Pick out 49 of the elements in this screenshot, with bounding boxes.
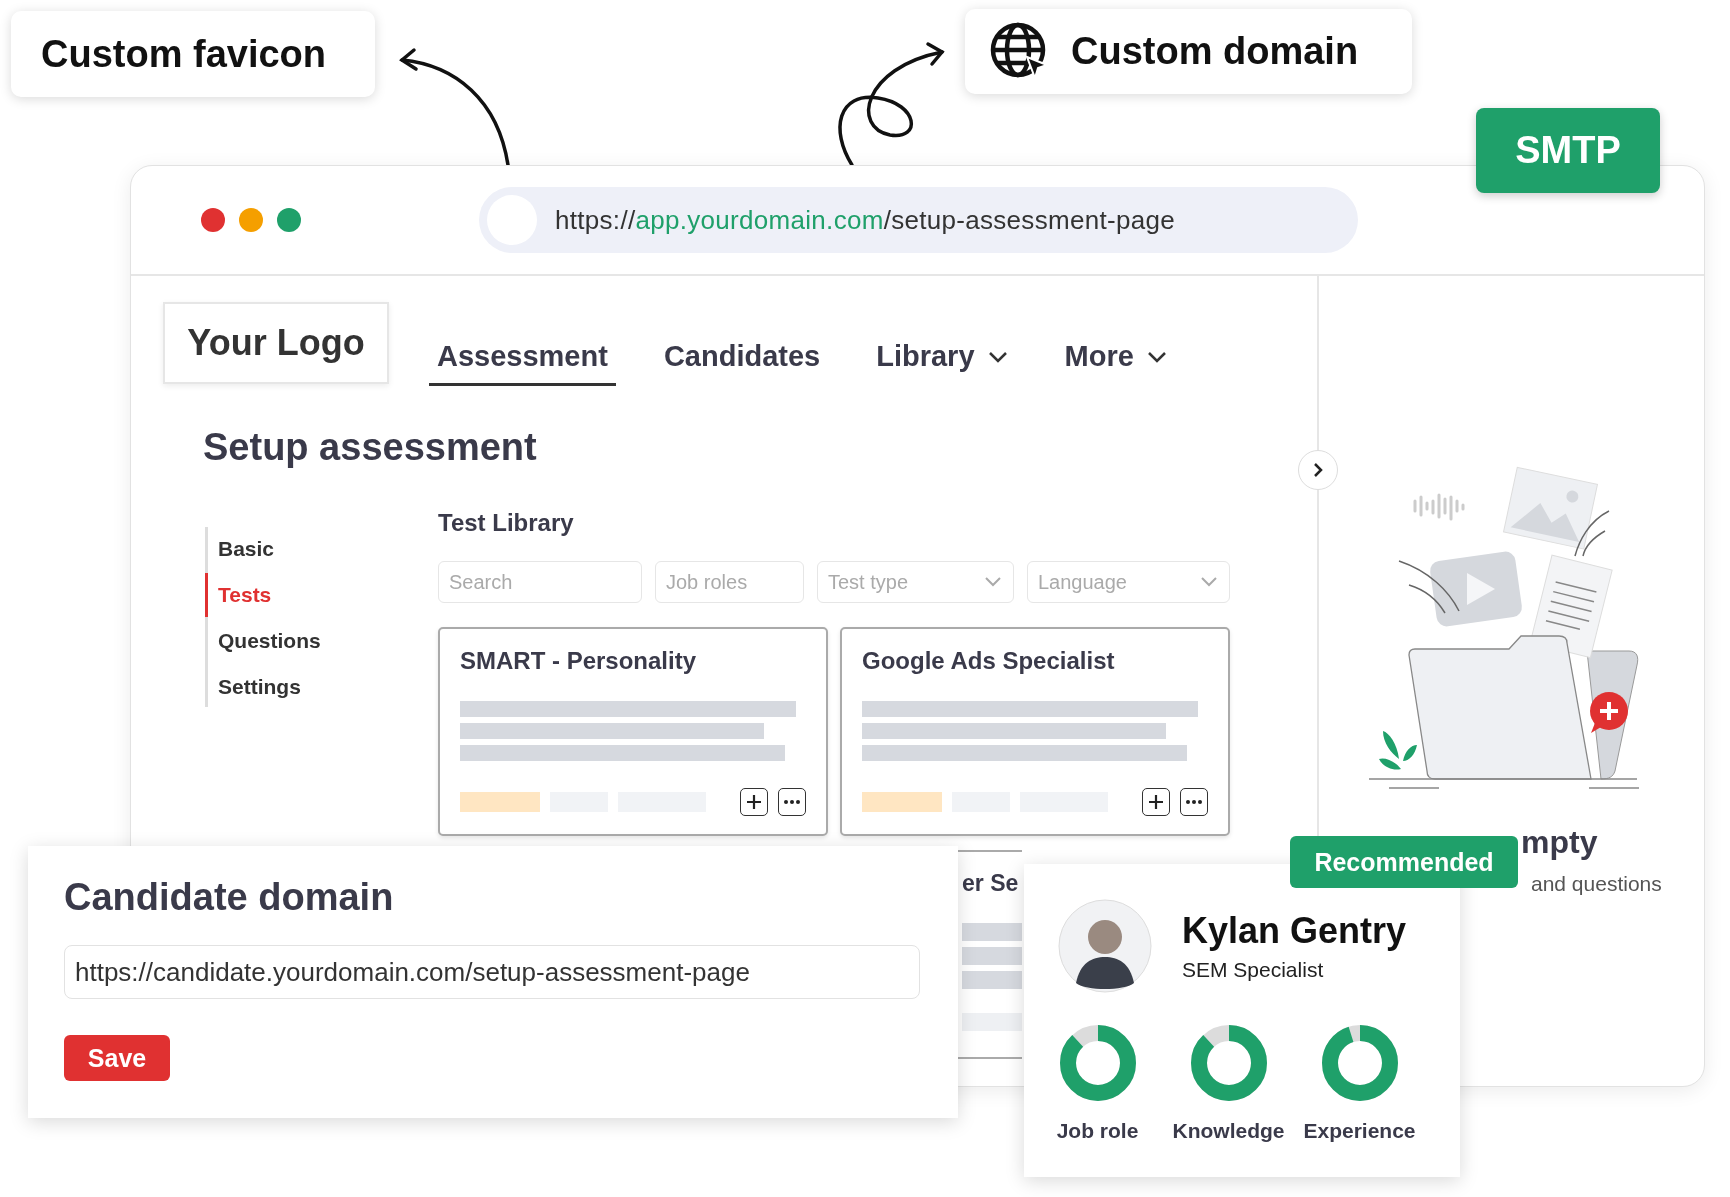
ellipsis-icon — [1185, 799, 1203, 805]
test-card[interactable]: SMART - Personality — [438, 627, 828, 836]
nav-tab[interactable]: Candidates — [655, 336, 829, 386]
address-bar[interactable]: https://app.yourdomain.com/setup-assessment-page — [479, 187, 1358, 253]
close-dot-icon[interactable] — [201, 208, 225, 232]
smtp-badge: SMTP — [1476, 108, 1660, 193]
candidate-name: Kylan Gentry — [1182, 910, 1407, 952]
score-label: Job role — [1056, 1119, 1139, 1143]
expand-button[interactable] — [1298, 450, 1338, 490]
score-label: Experience — [1303, 1119, 1416, 1143]
callout-label: Custom domain — [1071, 30, 1359, 73]
card-title: Google Ads Specialist — [862, 647, 1116, 675]
nav-tab[interactable]: Assessment — [429, 336, 616, 386]
page-title: Setup assessment — [203, 426, 538, 469]
card-title: Candidate domain — [64, 876, 394, 919]
candidate-role: SEM Specialist — [1182, 958, 1325, 982]
chevron-down-icon — [983, 576, 1003, 588]
empty-subtitle: and questions — [1531, 872, 1662, 896]
step-item[interactable]: Settings — [205, 665, 438, 709]
step-item[interactable]: Basic — [205, 527, 438, 571]
input-field[interactable]: Job roles — [655, 561, 804, 603]
minimize-dot-icon[interactable] — [239, 208, 263, 232]
input-field[interactable]: Search — [438, 561, 642, 603]
more-button[interactable] — [1180, 788, 1208, 816]
nav-tab[interactable]: Library — [868, 336, 1017, 386]
domain-input[interactable]: https://candidate.yourdomain.com/setup-assessment-page — [64, 945, 920, 999]
test-card[interactable]: Google Ads Specialist — [840, 627, 1230, 836]
nav-tab[interactable]: More — [1056, 336, 1176, 386]
card-title: er Se — [962, 870, 1020, 897]
ellipsis-icon — [783, 799, 801, 805]
score-label: Knowledge — [1172, 1119, 1285, 1143]
chevron-down-icon — [1199, 576, 1219, 588]
empty-title: mpty — [1521, 824, 1598, 861]
card-title: SMART - Personality — [460, 647, 698, 675]
logo-box[interactable]: Your Logo — [163, 302, 389, 384]
plus-icon — [1147, 793, 1165, 811]
maximize-dot-icon[interactable] — [277, 208, 301, 232]
more-button[interactable] — [778, 788, 806, 816]
chevron-right-icon — [1311, 461, 1325, 479]
plus-icon — [745, 793, 763, 811]
test-card[interactable]: er Se — [958, 850, 1022, 1059]
add-button[interactable] — [1142, 788, 1170, 816]
url-text: https://app.yourdomain.com/setup-assessment-page — [555, 204, 1175, 236]
add-button[interactable] — [740, 788, 768, 816]
step-item[interactable]: Questions — [205, 619, 438, 663]
recommended-badge: Recommended — [1290, 836, 1518, 888]
save-button[interactable]: Save — [64, 1035, 170, 1081]
callout-label: Custom favicon — [41, 32, 327, 76]
section-title: Test Library — [438, 509, 575, 537]
